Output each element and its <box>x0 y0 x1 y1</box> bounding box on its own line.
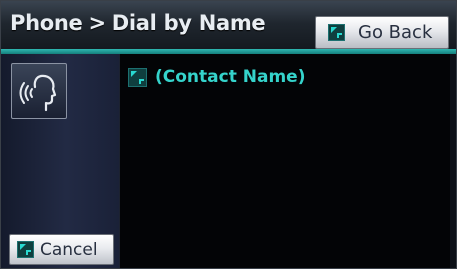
page-title: Phone > Dial by Name <box>10 11 266 35</box>
contact-name: (Contact Name) <box>155 67 306 87</box>
cancel-button[interactable]: Cancel <box>9 234 114 265</box>
cancel-label: Cancel <box>40 239 98 260</box>
right-edge-strip <box>450 54 456 268</box>
list-item-contact[interactable]: (Contact Name) <box>128 64 305 90</box>
voice-recognition-button[interactable] <box>11 63 67 119</box>
go-back-button[interactable]: Go Back <box>315 16 449 49</box>
header-bar: Phone > Dial by Name Go Back <box>1 1 456 51</box>
breadcrumb-phone: Phone <box>10 11 83 35</box>
breadcrumb-separator: > <box>88 11 106 35</box>
contact-entry-icon <box>128 67 147 87</box>
breadcrumb-dial-by-name: Dial by Name <box>111 11 266 35</box>
button-arrow-icon <box>17 241 34 258</box>
voice-recognition-icon <box>19 74 57 112</box>
go-back-label: Go Back <box>358 22 433 43</box>
button-arrow-icon <box>328 24 345 41</box>
dial-by-name-screen: Phone > Dial by Name Go Back (Contact Name… <box>0 0 457 269</box>
